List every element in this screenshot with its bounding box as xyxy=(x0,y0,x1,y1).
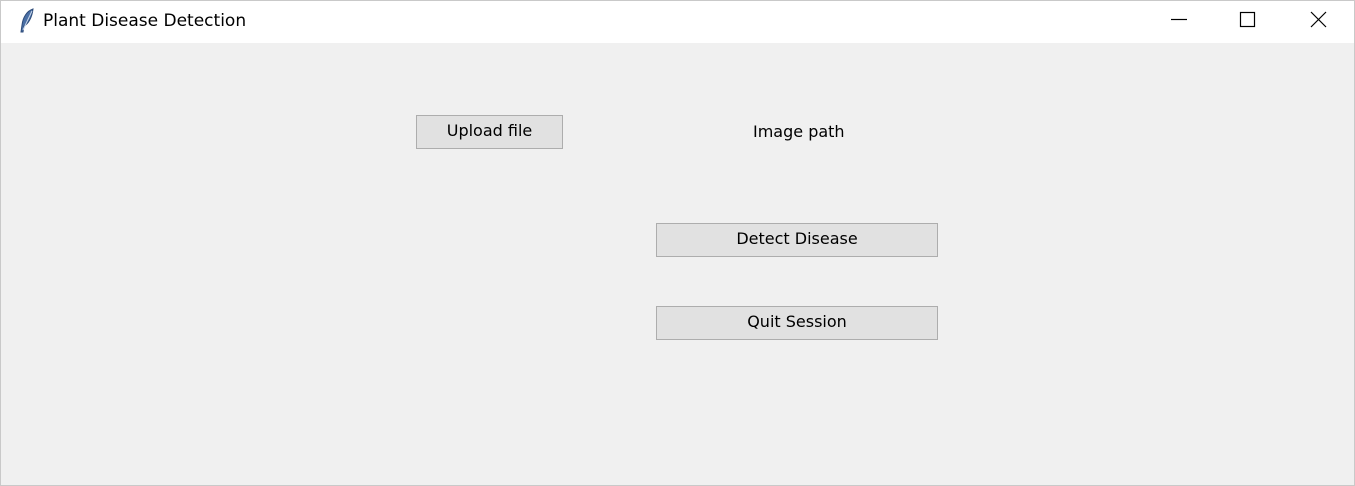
feather-icon xyxy=(17,7,37,35)
quit-session-button[interactable]: Quit Session xyxy=(656,306,938,340)
title-bar[interactable]: Plant Disease Detection xyxy=(1,1,1354,43)
image-path-label: Image path xyxy=(753,122,845,141)
maximize-button[interactable] xyxy=(1223,1,1269,39)
minimize-icon xyxy=(1171,18,1187,21)
main-panel: Upload file Image path Detect Disease Qu… xyxy=(1,43,1354,485)
maximize-icon xyxy=(1239,11,1256,28)
detect-disease-button[interactable]: Detect Disease xyxy=(656,223,938,257)
close-icon xyxy=(1310,11,1327,28)
close-button[interactable] xyxy=(1293,1,1339,39)
app-window: Plant Disease Detection Upload file Imag… xyxy=(0,0,1355,486)
upload-file-button[interactable]: Upload file xyxy=(416,115,563,149)
minimize-button[interactable] xyxy=(1155,1,1201,39)
window-title: Plant Disease Detection xyxy=(43,11,247,31)
